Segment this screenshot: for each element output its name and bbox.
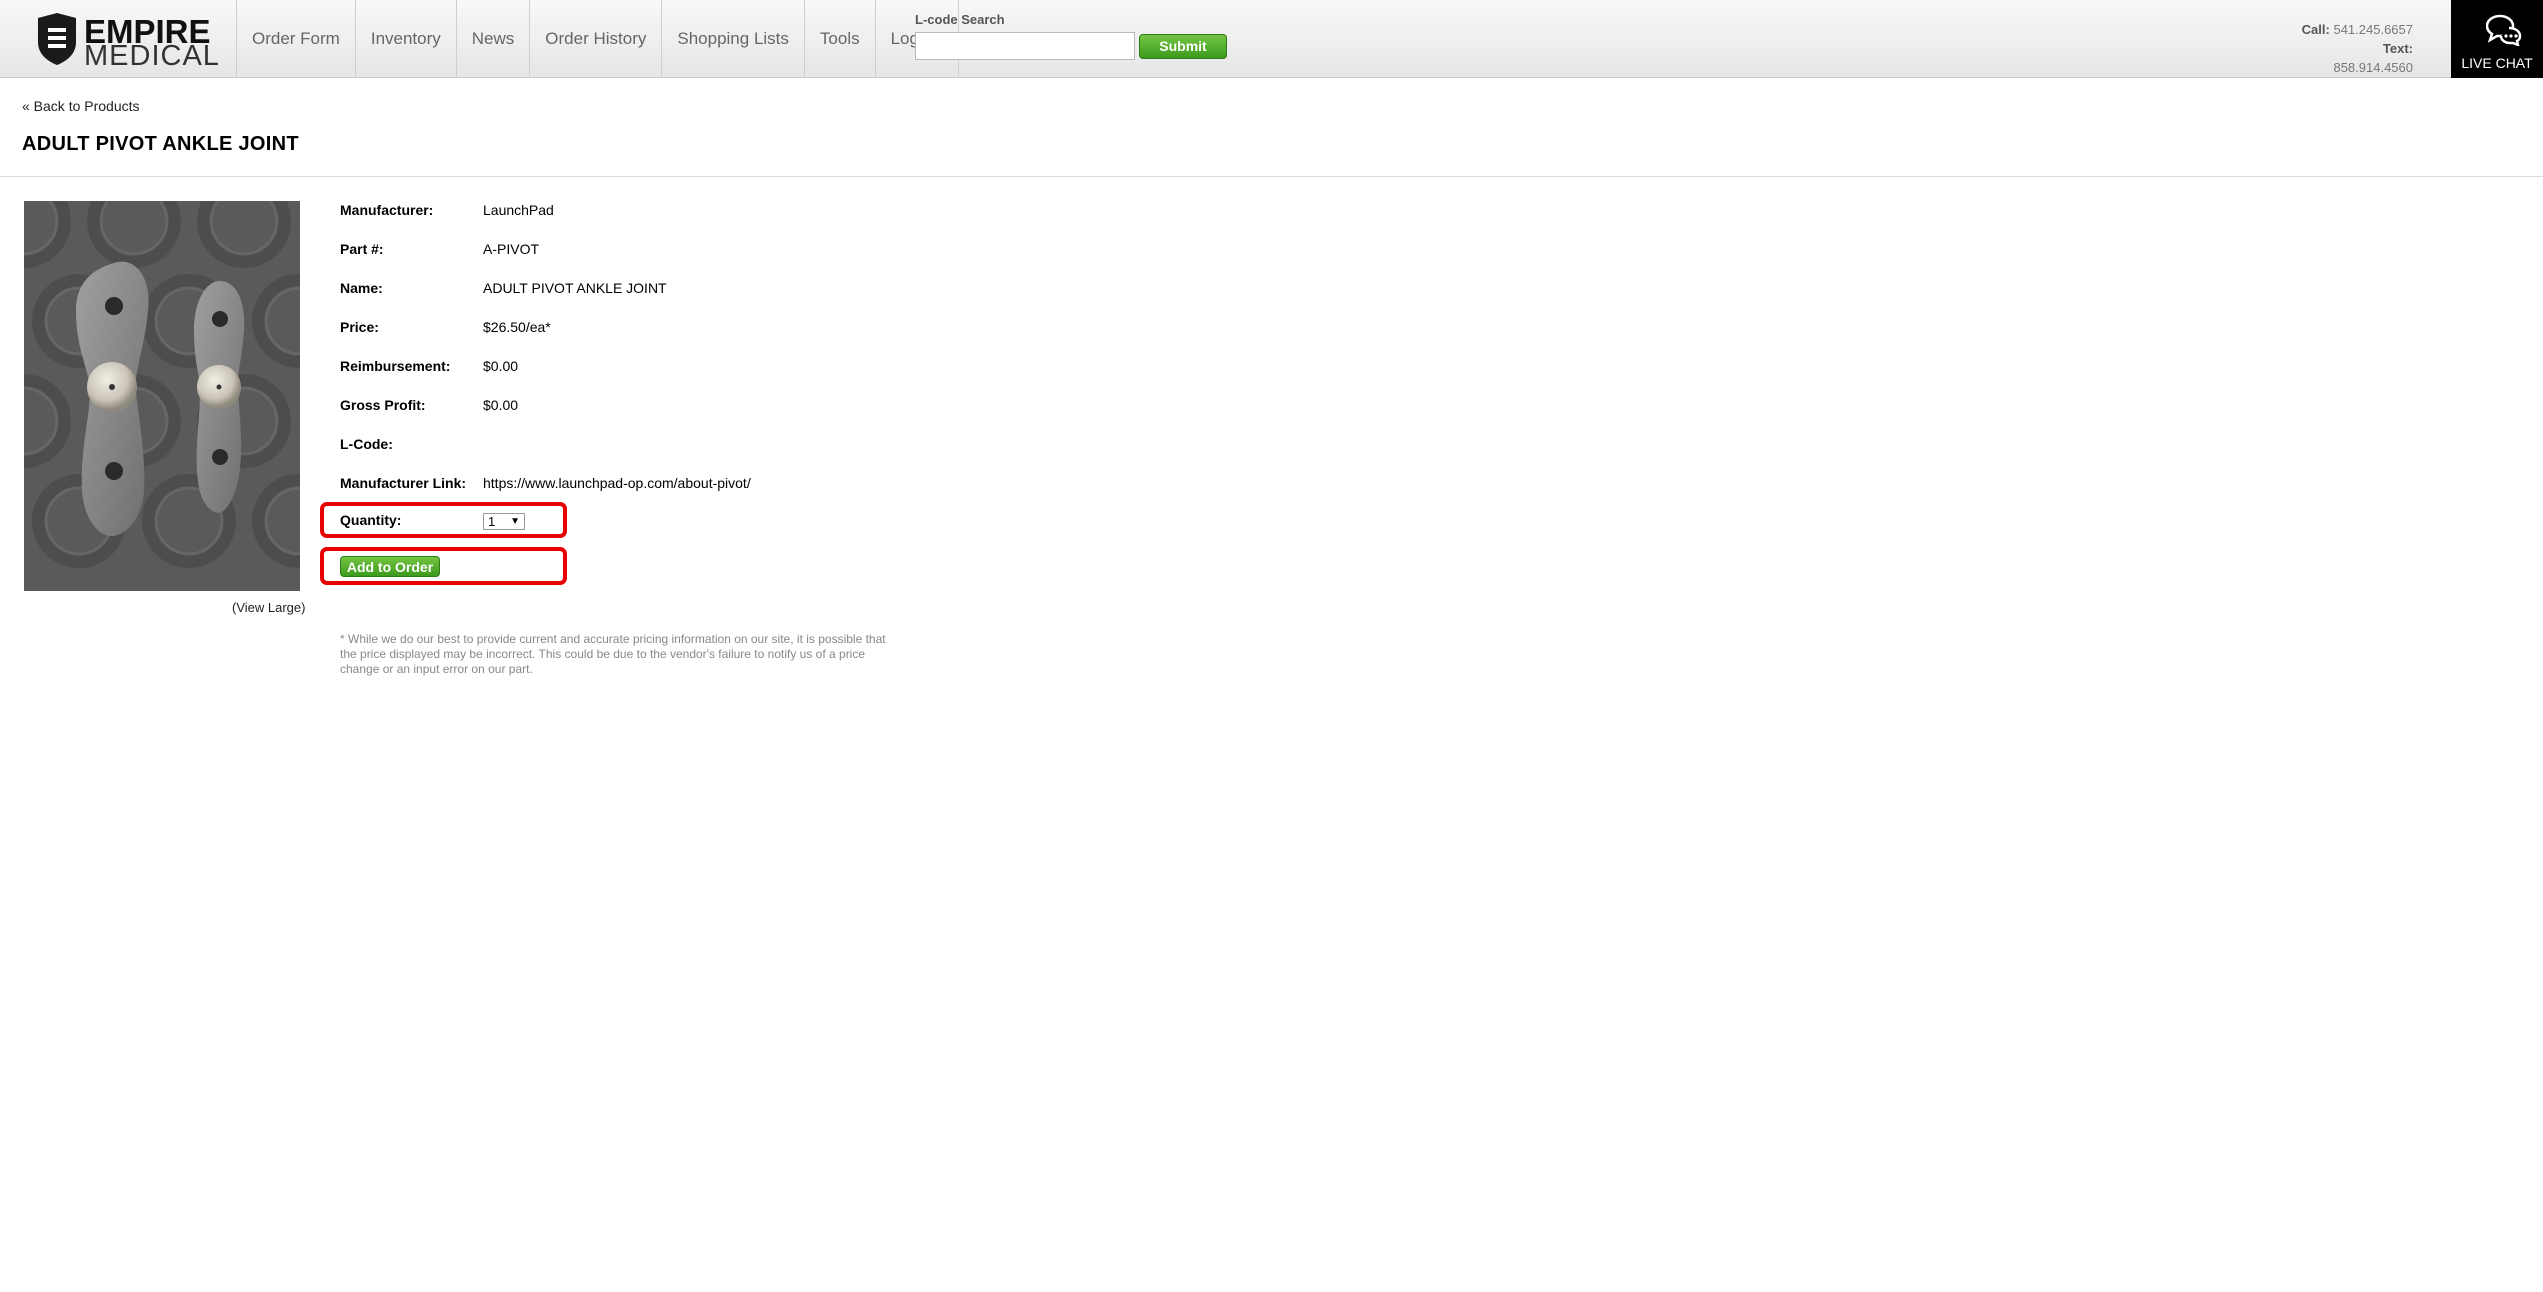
quantity-value: 1: [488, 514, 496, 529]
logo-shield-icon: [38, 13, 76, 65]
detail-value: LaunchPad: [483, 202, 554, 218]
call-label: Call:: [2301, 22, 2330, 37]
empire-medical-logo[interactable]: EMPIRE MEDICAL: [35, 12, 219, 71]
detail-label: Name:: [340, 280, 383, 296]
page-title: ADULT PIVOT ANKLE JOINT: [22, 133, 299, 155]
detail-label: L-Code:: [340, 436, 393, 452]
pricing-disclaimer: * While we do our best to provide curren…: [340, 632, 886, 676]
main-nav: Order Form Inventory News Order History …: [236, 0, 959, 78]
nav-news[interactable]: News: [457, 0, 531, 78]
dropdown-arrow-icon: ▼: [510, 516, 520, 527]
manufacturer-link[interactable]: https://www.launchpad-op.com/about-pivot…: [483, 475, 751, 491]
detail-label: Gross Profit:: [340, 397, 426, 413]
call-number[interactable]: 541.245.6657: [2333, 22, 2413, 37]
contact-call: Call: 541.245.6657: [2300, 20, 2413, 39]
view-large-link[interactable]: (View Large): [232, 600, 305, 615]
text-number[interactable]: 858.914.4560: [2333, 60, 2413, 75]
detail-label: Manufacturer Link:: [340, 475, 467, 491]
lcode-search-input[interactable]: [915, 32, 1135, 60]
detail-label: Reimbursement:: [340, 358, 451, 374]
nav-shopping-lists[interactable]: Shopping Lists: [662, 0, 805, 78]
site-header: EMPIRE MEDICAL Order Form Inventory News…: [0, 0, 2543, 78]
nav-order-form[interactable]: Order Form: [237, 0, 356, 78]
detail-label: Part #:: [340, 241, 384, 257]
divider: [0, 176, 2543, 177]
detail-value: $26.50/ea*: [483, 319, 551, 335]
product-image[interactable]: [24, 201, 300, 591]
detail-label: Price:: [340, 319, 379, 335]
detail-value: A-PIVOT: [483, 241, 540, 257]
detail-label: Manufacturer:: [340, 202, 434, 218]
lcode-search-label: L-code Search: [915, 12, 1005, 27]
lcode-submit-button[interactable]: Submit: [1139, 33, 1227, 59]
detail-value: ADULT PIVOT ANKLE JOINT: [483, 280, 667, 296]
lcode-search-row: Submit: [915, 32, 1227, 60]
nav-order-history[interactable]: Order History: [530, 0, 663, 78]
live-chat-label: LIVE CHAT: [2461, 55, 2533, 71]
contact-info: Call: 541.245.6657 Text: 858.914.4560: [2300, 20, 2413, 77]
quantity-select[interactable]: 1 ▼: [483, 513, 525, 530]
live-chat-button[interactable]: LIVE CHAT: [2451, 0, 2543, 78]
chat-bubbles-icon: [2486, 14, 2522, 46]
quantity-label: Quantity:: [340, 512, 402, 528]
nav-inventory[interactable]: Inventory: [356, 0, 457, 78]
lcode-search-form: L-code Search Submit: [915, 12, 1227, 60]
detail-value: $0.00: [483, 397, 519, 413]
back-to-products-link[interactable]: « Back to Products: [22, 98, 140, 114]
logo-text-medical: MEDICAL: [84, 40, 220, 72]
contact-text: Text: 858.914.4560: [2300, 39, 2413, 77]
product-photo-graphic: [24, 201, 300, 591]
nav-tools[interactable]: Tools: [805, 0, 876, 78]
detail-value: $0.00: [483, 358, 519, 374]
text-label: Text:: [2382, 41, 2413, 56]
add-to-order-button[interactable]: Add to Order: [340, 556, 440, 577]
